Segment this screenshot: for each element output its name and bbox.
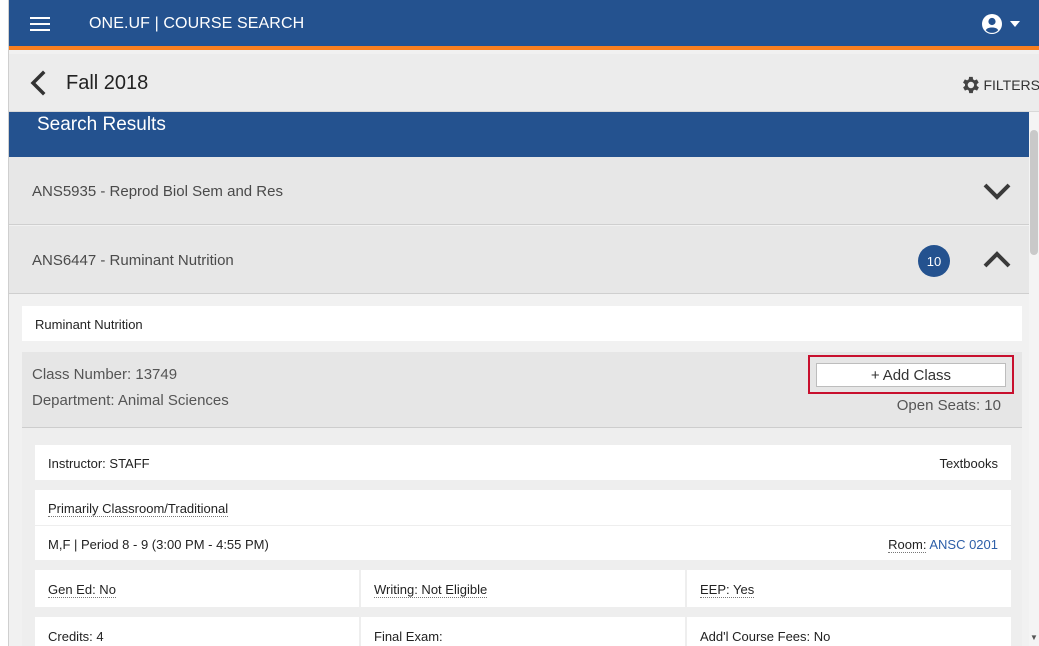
final-exam-cell: Final Exam:	[361, 617, 687, 646]
course-detail-title: Ruminant Nutrition	[22, 306, 1022, 341]
gear-icon	[963, 76, 980, 94]
delivery-card: Primarily Classroom/Traditional	[35, 490, 1011, 525]
results-heading: Search Results	[37, 114, 166, 135]
room: Room: ANSC 0201	[888, 537, 998, 553]
add-class-label: Add Class	[882, 366, 952, 384]
attributes-row: Credits: 4 Final Exam: Add'l Course Fees…	[35, 617, 1011, 646]
credits: Credits: 4	[48, 629, 104, 644]
credits-cell: Credits: 4	[35, 617, 361, 646]
writing-cell: Writing: Not Eligible	[361, 570, 687, 607]
results-header: Search Results	[9, 112, 1039, 157]
section-count-badge: 10	[918, 245, 950, 277]
gen-ed-cell: Gen Ed: No	[35, 570, 361, 607]
room-link[interactable]: ANSC 0201	[929, 537, 998, 552]
class-details-panel: Instructor: STAFF Textbooks Primarily Cl…	[22, 428, 1022, 646]
filters-button[interactable]: FILTERS	[959, 74, 1039, 96]
account-menu[interactable]	[981, 12, 1020, 36]
app-title: ONE.UF | COURSE SEARCH	[89, 15, 305, 32]
top-bar: ONE.UF | COURSE SEARCH	[9, 0, 1039, 50]
schedule-card: M,F | Period 8 - 9 (3:00 PM - 4:55 PM) R…	[35, 526, 1011, 560]
instructor: Instructor: STAFF	[48, 456, 150, 471]
room-label: Room:	[888, 537, 927, 553]
chevron-up-icon[interactable]	[982, 250, 1012, 270]
final-exam: Final Exam:	[374, 629, 443, 644]
course-row[interactable]: ANS5935 - Reprod Biol Sem and Res	[9, 157, 1030, 225]
back-icon[interactable]	[26, 70, 50, 96]
add-class-highlight: + Add Class	[808, 355, 1014, 394]
course-row-expanded[interactable]: ANS6447 - Ruminant Nutrition 10	[9, 226, 1030, 294]
menu-icon[interactable]	[30, 17, 50, 31]
scrollbar[interactable]: ▼	[1029, 112, 1039, 646]
course-title: ANS6447 - Ruminant Nutrition	[32, 252, 234, 269]
scroll-down-icon[interactable]: ▼	[1030, 633, 1038, 642]
app-frame: ONE.UF | COURSE SEARCH Fall 2018 FILTERS…	[8, 0, 1039, 646]
course-fees: Add'l Course Fees: No	[700, 629, 831, 644]
department: Department: Animal Sciences	[32, 392, 229, 409]
user-icon	[982, 14, 1002, 34]
textbooks-link[interactable]: Textbooks	[939, 456, 998, 471]
term-label: Fall 2018	[66, 72, 149, 94]
course-name: Ruminant Nutrition	[35, 317, 143, 332]
class-number: Class Number: 13749	[32, 366, 178, 383]
chevron-down-icon[interactable]	[982, 181, 1012, 201]
course-fees-cell: Add'l Course Fees: No	[687, 617, 1011, 646]
eep: EEP: Yes	[700, 582, 755, 598]
open-seats: Open Seats: 10	[896, 397, 1001, 414]
class-section: Class Number: 13749 Department: Animal S…	[22, 352, 1022, 428]
instructor-card: Instructor: STAFF Textbooks	[35, 445, 1011, 480]
scrollbar-thumb[interactable]	[1030, 130, 1038, 255]
meeting-schedule: M,F | Period 8 - 9 (3:00 PM - 4:55 PM)	[48, 537, 269, 552]
gen-ed: Gen Ed: No	[48, 582, 116, 598]
eep-cell: EEP: Yes	[687, 570, 1011, 607]
writing: Writing: Not Eligible	[374, 582, 488, 598]
term-bar: Fall 2018 FILTERS	[9, 54, 1039, 112]
filters-label: FILTERS	[983, 77, 1039, 93]
course-title: ANS5935 - Reprod Biol Sem and Res	[32, 183, 283, 200]
plus-icon: +	[870, 366, 880, 384]
attributes-row: Gen Ed: No Writing: Not Eligible EEP: Ye…	[35, 570, 1011, 607]
delivery-mode: Primarily Classroom/Traditional	[48, 501, 229, 517]
chevron-down-icon	[1010, 21, 1020, 27]
add-class-button[interactable]: + Add Class	[816, 363, 1006, 387]
